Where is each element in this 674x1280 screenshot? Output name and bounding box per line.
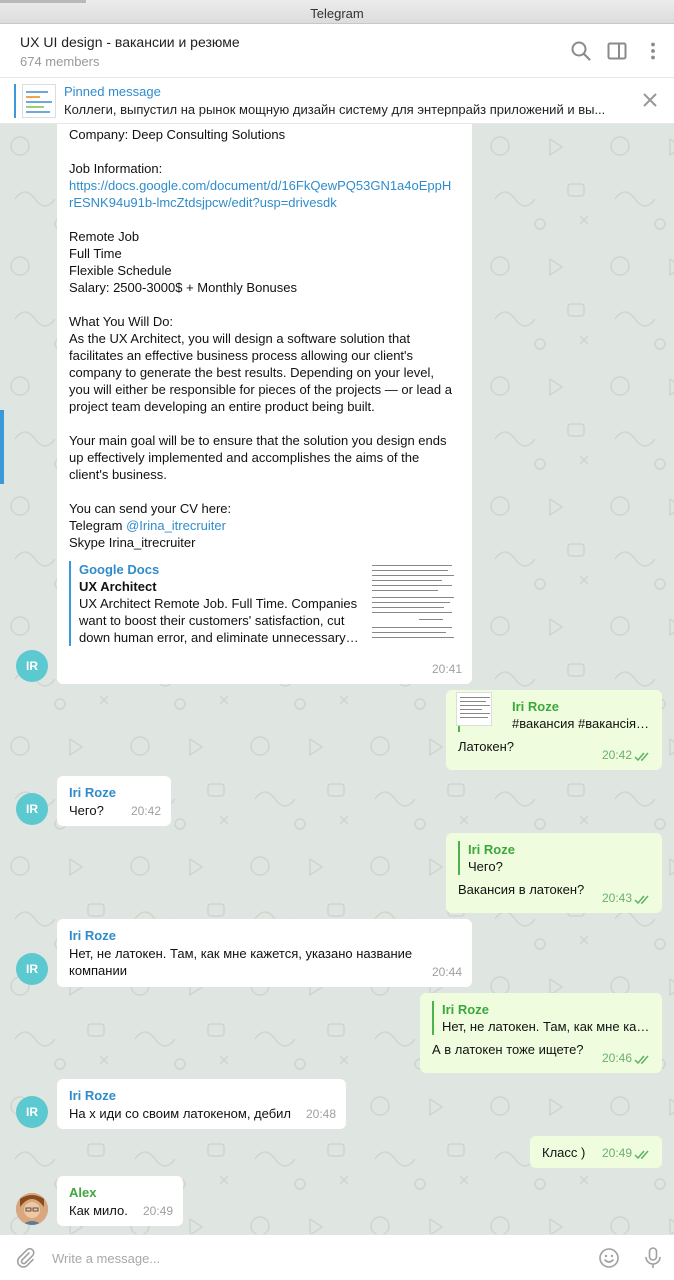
reply-text: #вакансия #вакансія… xyxy=(512,716,650,731)
preview-description: UX Architect Remote Job. Full Time. Comp… xyxy=(79,596,358,611)
window-titlebar: Telegram xyxy=(0,0,674,24)
message-time: 20:41 xyxy=(431,662,462,676)
message-text: Remote Job xyxy=(69,229,140,244)
message-text: На х иди со своим латокеном, дебил xyxy=(69,1106,292,1121)
message-time: 20:49 xyxy=(601,1146,632,1160)
message-text: As the UX Architect, you will design a s… xyxy=(69,331,411,346)
avatar[interactable]: IR xyxy=(16,793,48,825)
paperclip-icon[interactable] xyxy=(14,1247,36,1269)
message-text: Нет, не латокен. Там, как мне кажется, у… xyxy=(69,946,413,961)
message-text: Telegram xyxy=(69,518,127,533)
message-bubble-incoming: Iri Roze Чего? 20:42 xyxy=(57,776,171,826)
message-text: project team developing an entire produc… xyxy=(69,399,375,414)
message-time: 20:48 xyxy=(305,1107,336,1121)
reply-text: Чего? xyxy=(468,859,503,874)
message-input[interactable] xyxy=(52,1247,572,1269)
chat-area[interactable]: IR Company: Deep Consulting Solutions Jo… xyxy=(0,124,674,1234)
reply-text: Нет, не латокен. Там, как мне ка… xyxy=(442,1019,650,1034)
reply-author: Iri Roze xyxy=(468,842,515,857)
members-count: 674 members xyxy=(20,54,100,69)
message-text: Your main goal will be to ensure that th… xyxy=(69,433,447,448)
message-bubble-incoming: Iri Roze На х иди со своим латокеном, де… xyxy=(57,1079,346,1129)
job-doc-link[interactable]: https://docs.google.com/document/d/16FkQ… xyxy=(69,177,460,194)
message-time: 20:46 xyxy=(601,1051,632,1065)
message-text: client's business. xyxy=(69,467,167,482)
message-bubble-outgoing: Iri Roze Нет, не латокен. Там, как мне к… xyxy=(420,993,662,1073)
message-sender[interactable]: Iri Roze xyxy=(69,927,460,944)
reply-thumbnail xyxy=(456,692,492,726)
microphone-icon[interactable] xyxy=(642,1246,664,1270)
pinned-thumbnail xyxy=(22,84,56,118)
reply-quote[interactable]: Iri Roze Нет, не латокен. Там, как мне к… xyxy=(432,1001,650,1035)
telegram-mention-link[interactable]: @Irina_itrecruiter xyxy=(126,518,226,533)
message-text: компании xyxy=(69,963,127,978)
avatar[interactable]: IR xyxy=(16,1096,48,1128)
pinned-label: Pinned message xyxy=(64,84,161,99)
reply-quote[interactable]: Iri Roze Чего? xyxy=(458,841,650,875)
message-text: Salary: 2500-3000$ + Monthly Bonuses xyxy=(69,280,298,295)
double-check-icon xyxy=(634,1150,649,1160)
message-text: What You Will Do: xyxy=(69,314,174,329)
search-icon[interactable] xyxy=(570,40,592,62)
chat-header: UX UI design - вакансии и резюме 674 mem… xyxy=(0,24,674,78)
link-preview[interactable]: Google Docs UX Architect UX Architect Re… xyxy=(69,561,459,649)
message-time: 20:42 xyxy=(130,804,161,818)
message-text: you will either be responsible for piece… xyxy=(69,382,452,397)
preview-description: want to boost their customers' satisfact… xyxy=(79,613,345,628)
message-text: company to generate the best results. De… xyxy=(69,365,434,380)
message-bubble-job-post: Company: Deep Consulting Solutions Job I… xyxy=(57,124,472,684)
message-bubble-incoming: Alex Как мило. 20:49 xyxy=(57,1176,183,1226)
job-doc-link[interactable]: rESNK94u91b-lmcZtdsjpcw/edit?usp=drivesd… xyxy=(69,194,460,211)
preview-thumbnail xyxy=(369,561,459,649)
double-check-icon xyxy=(634,752,649,762)
message-text: Job Information: xyxy=(69,161,163,176)
message-text: Company: Deep Consulting Solutions xyxy=(69,127,286,142)
message-text: Full Time xyxy=(69,246,122,261)
message-text: facilitates an effective business proces… xyxy=(69,348,414,363)
reply-author: Iri Roze xyxy=(512,699,559,714)
avatar[interactable]: IR xyxy=(16,953,48,985)
preview-description: down human error, and eliminate unnecess… xyxy=(79,630,359,645)
reply-quote[interactable]: Iri Roze #вакансия #вакансія… xyxy=(456,692,650,732)
double-check-icon xyxy=(634,1055,649,1065)
sidebar-toggle-icon[interactable] xyxy=(606,40,628,62)
scroll-position-indicator xyxy=(0,410,4,484)
message-time: 20:49 xyxy=(142,1204,173,1218)
reply-author: Iri Roze xyxy=(442,1002,489,1017)
pinned-message-bar[interactable]: Pinned message Коллеги, выпустил на рыно… xyxy=(0,78,674,124)
message-bubble-outgoing: Класс ) 20:49 xyxy=(530,1136,662,1168)
user-photo-icon xyxy=(16,1193,48,1225)
message-text: Skype Irina_itrecruiter xyxy=(69,535,196,550)
message-text: You can send your CV here: xyxy=(69,501,232,516)
more-vertical-icon[interactable] xyxy=(642,40,664,62)
window-title: Telegram xyxy=(310,6,364,21)
message-time: 20:44 xyxy=(431,965,462,979)
avatar[interactable] xyxy=(16,1193,48,1225)
message-sender[interactable]: Alex xyxy=(69,1184,171,1201)
double-check-icon xyxy=(634,895,649,905)
message-bubble-outgoing: Iri Roze Чего? Вакансия в латокен? 20:43 xyxy=(446,833,662,913)
close-icon[interactable] xyxy=(640,90,660,110)
message-text: up effectively implemented and accomplis… xyxy=(69,450,420,465)
message-sender[interactable]: Iri Roze xyxy=(69,1087,334,1104)
message-composer xyxy=(0,1234,674,1280)
message-text: Flexible Schedule xyxy=(69,263,172,278)
pinned-accent-bar xyxy=(14,84,16,118)
titlebar-scroll-nub xyxy=(0,0,86,3)
pinned-text: Коллеги, выпустил на рынок мощную дизайн… xyxy=(64,102,606,117)
avatar[interactable]: IR xyxy=(16,650,48,682)
message-time: 20:42 xyxy=(601,748,632,762)
message-bubble-outgoing: Iri Roze #вакансия #вакансія… Латокен? 2… xyxy=(446,690,662,770)
message-bubble-incoming: Iri Roze Нет, не латокен. Там, как мне к… xyxy=(57,919,472,987)
message-sender[interactable]: Iri Roze xyxy=(69,784,159,801)
chat-title[interactable]: UX UI design - вакансии и резюме xyxy=(20,34,240,50)
message-time: 20:43 xyxy=(601,891,632,905)
emoji-icon[interactable] xyxy=(598,1247,620,1269)
